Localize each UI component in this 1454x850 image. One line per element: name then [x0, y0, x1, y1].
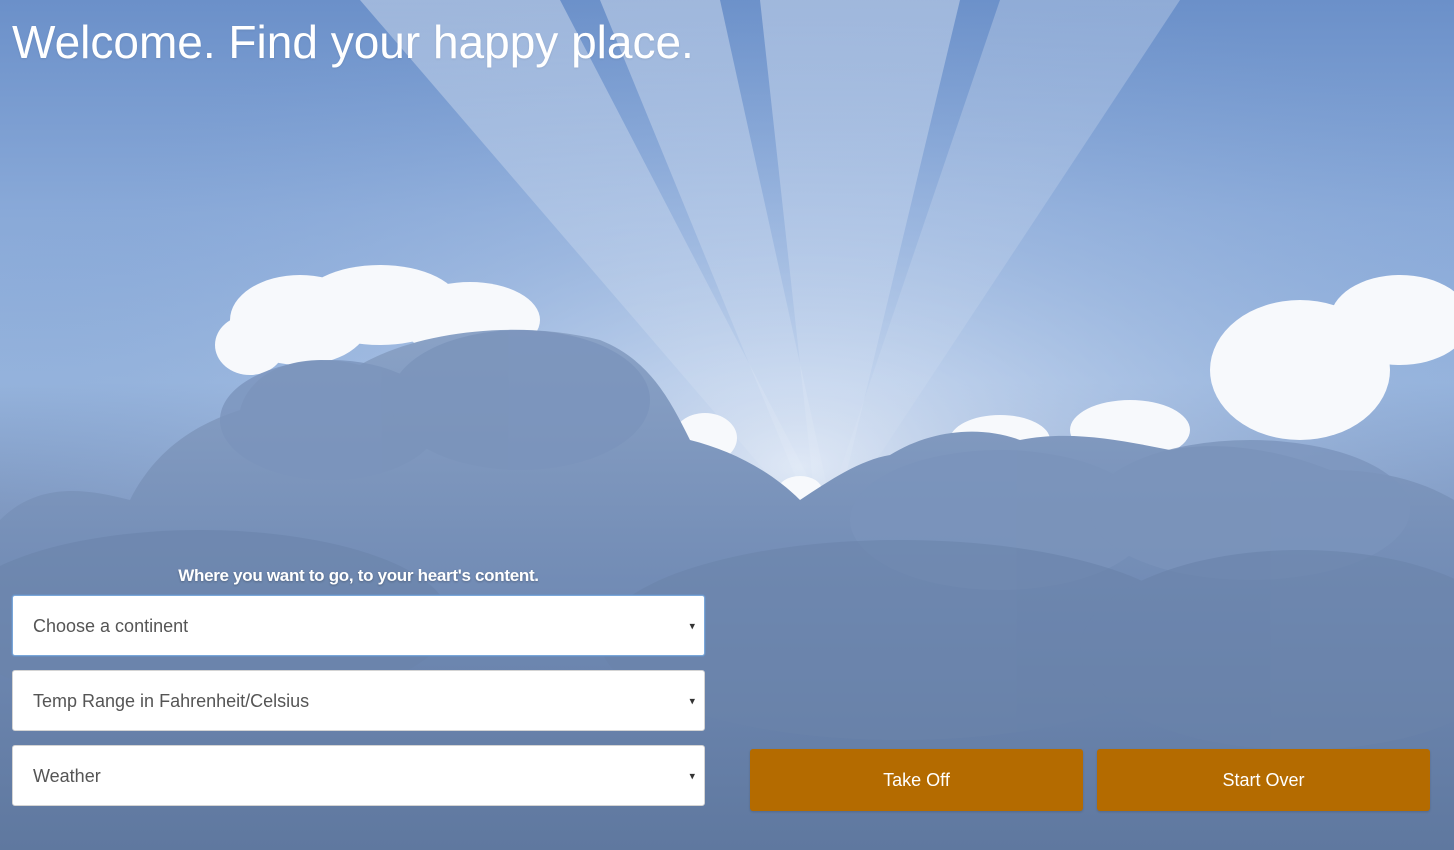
search-form: Where you want to go, to your heart's co…: [12, 562, 705, 820]
start-over-button[interactable]: Start Over: [1097, 749, 1430, 811]
continent-select[interactable]: Choose a continent: [12, 595, 705, 656]
temp-range-select[interactable]: Temp Range in Fahrenheit/Celsius: [12, 670, 705, 731]
page-title: Welcome. Find your happy place.: [12, 16, 694, 68]
take-off-button[interactable]: Take Off: [750, 749, 1083, 811]
page: Welcome. Find your happy place. Where yo…: [0, 0, 1454, 850]
weather-select-wrapper: Weather ▾: [12, 745, 705, 806]
temp-range-select-wrapper: Temp Range in Fahrenheit/Celsius ▾: [12, 670, 705, 731]
weather-select[interactable]: Weather: [12, 745, 705, 806]
continent-select-wrapper: Choose a continent ▾: [12, 595, 705, 656]
form-subtitle: Where you want to go, to your heart's co…: [178, 566, 539, 585]
